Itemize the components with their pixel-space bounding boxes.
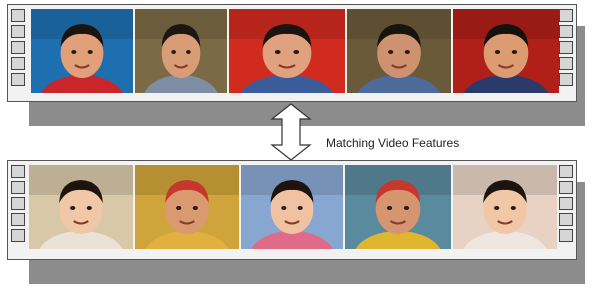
sprocket-hole	[11, 165, 25, 178]
sprocket-hole	[11, 181, 25, 194]
sprocket-hole	[11, 25, 25, 38]
sprocket-hole	[559, 41, 573, 54]
video-frame-man-cap	[135, 165, 239, 249]
video-frame-boy-at-table	[31, 9, 133, 93]
sprocket-hole	[11, 57, 25, 70]
video-frame-man-in-car	[347, 9, 451, 93]
top-frames	[31, 9, 559, 93]
sprocket-hole	[11, 229, 25, 242]
sprocket-hole	[559, 181, 573, 194]
video-frame-man-store	[345, 165, 451, 249]
sprocket-hole	[11, 41, 25, 54]
video-frame-girl-pointing	[241, 165, 343, 249]
sprocket-hole	[559, 213, 573, 226]
sprocket-hole	[11, 73, 25, 86]
sprocket-hole	[11, 197, 25, 210]
caption-label: Matching Video Features	[326, 136, 460, 150]
sprocket-hole	[559, 229, 573, 242]
top-film-strip	[7, 4, 577, 102]
sprocket-hole	[559, 165, 573, 178]
right-sprocket-holes	[559, 9, 577, 86]
sprocket-hole	[559, 25, 573, 38]
double-arrow-icon	[270, 103, 312, 161]
video-frame-girl-laughing	[453, 165, 557, 249]
sprocket-hole	[11, 9, 25, 22]
bottom-film-strip	[7, 160, 577, 260]
sprocket-hole	[559, 197, 573, 210]
sprocket-hole	[559, 73, 573, 86]
bottom-frames	[29, 165, 557, 249]
video-frame-boy-face-hands	[453, 9, 559, 93]
left-sprocket-holes	[11, 9, 29, 86]
video-frame-man-driving	[135, 9, 227, 93]
sprocket-hole	[559, 9, 573, 22]
sprocket-hole	[559, 57, 573, 70]
video-frame-girl-smiling	[29, 165, 133, 249]
sprocket-hole	[11, 213, 25, 226]
right-sprocket-holes	[559, 165, 577, 242]
video-frame-boy-eating	[229, 9, 345, 93]
left-sprocket-holes	[11, 165, 29, 242]
